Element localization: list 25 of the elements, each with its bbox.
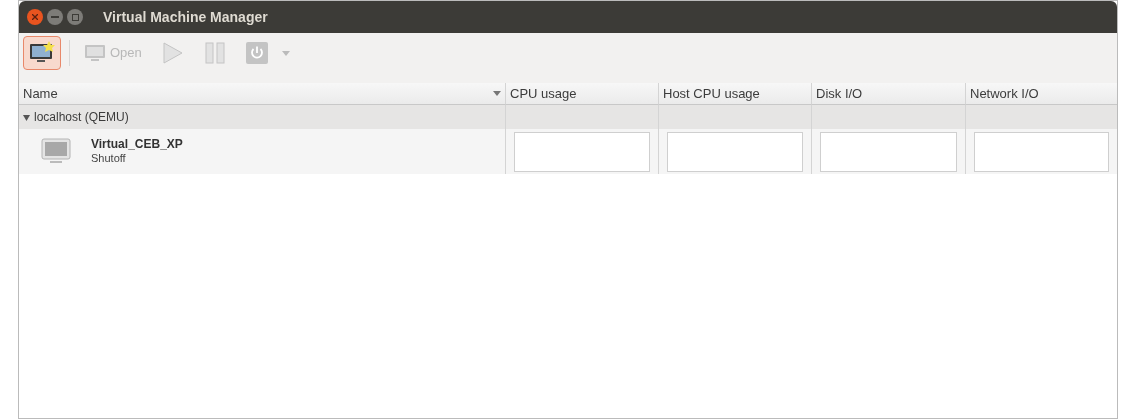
close-icon	[32, 14, 38, 20]
maximize-icon	[71, 13, 79, 21]
column-header[interactable]: Name	[19, 83, 505, 105]
monitor-icon	[84, 44, 106, 62]
column-header[interactable]: CPU usage	[505, 83, 658, 105]
minimize-icon	[51, 16, 59, 18]
close-button[interactable]	[27, 9, 43, 25]
column-header[interactable]: Host CPU usage	[658, 83, 811, 105]
expander-icon	[23, 113, 30, 121]
window-title: Virtual Machine Manager	[103, 7, 268, 27]
minimize-button[interactable]	[47, 9, 63, 25]
power-icon	[245, 42, 268, 64]
new-button[interactable]	[23, 36, 61, 70]
group-row[interactable]: localhost (QEMU)	[19, 105, 505, 129]
play-icon	[161, 41, 184, 65]
dropdown-caret-icon[interactable]	[281, 50, 290, 56]
vm-name: Virtual_CEB_XP	[91, 137, 183, 153]
new-vm-icon	[29, 41, 55, 65]
vm-status: Shutoff	[91, 152, 127, 166]
column-header[interactable]: Network I/O	[965, 83, 1117, 105]
maximize-button[interactable]	[67, 9, 83, 25]
monitor-icon	[41, 137, 71, 166]
sort-caret-icon	[493, 91, 501, 96]
column-header[interactable]: Disk I/O	[811, 83, 965, 105]
pause-icon	[203, 41, 226, 65]
